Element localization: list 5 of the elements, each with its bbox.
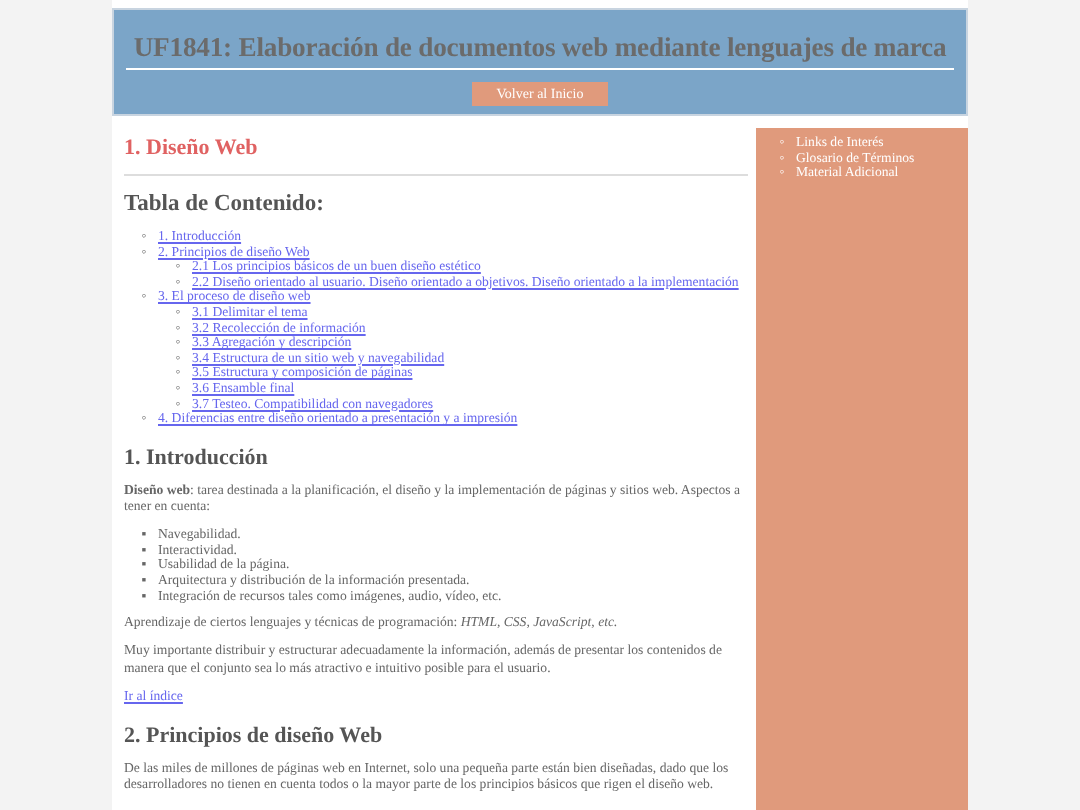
section-heading: 1. Introducción xyxy=(124,445,270,470)
toc-heading: Tabla de Contenido: xyxy=(124,192,326,216)
section-heading: 2. Principios de diseño Web xyxy=(124,723,385,748)
site-title: UF1841: Elaboración de documentos web mediante lenguajes de marca xyxy=(126,30,954,70)
page-heading: 1. Diseño Web xyxy=(124,136,260,160)
